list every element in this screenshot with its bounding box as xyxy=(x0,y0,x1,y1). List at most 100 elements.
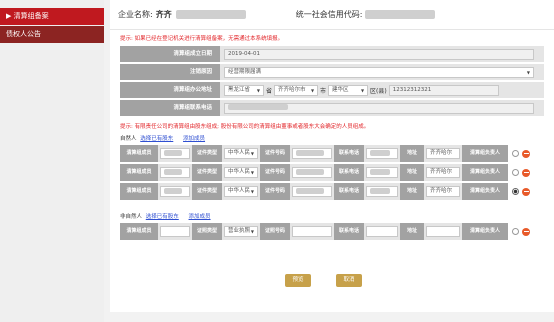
filing-tip: 提示: 如果已经在登记机关进行清算组备案，无需通过本系统填报。 xyxy=(120,36,284,42)
cert-type-select[interactable]: 营业执照 ▼ xyxy=(224,226,258,237)
member-address-field[interactable]: 齐齐哈尔 xyxy=(426,148,460,159)
reason-label: 注销原因 xyxy=(120,64,220,80)
province-suffix: 省 xyxy=(266,87,273,95)
natural-person-title: 自然人 xyxy=(120,136,137,142)
cert-no-label: 证照号码 xyxy=(260,223,290,240)
city-suffix: 市 xyxy=(320,87,327,95)
member-address-field[interactable] xyxy=(426,226,460,237)
member-label: 清算组成员 xyxy=(120,164,158,181)
add-member-link[interactable]: 添加成员 xyxy=(183,136,205,142)
redacted-cert-no xyxy=(296,168,324,175)
member-phone-field[interactable] xyxy=(366,226,398,237)
sidebar: ▶ 清算组备案 债权人公告 xyxy=(0,0,104,322)
select-shareholder-link[interactable]: 选择已有股东 xyxy=(146,214,179,220)
member-row: 清算组成员 证件类型 中华人民 ▼ 证件号码 联系电话 地址 齐齐哈尔 清算组负责… xyxy=(120,183,550,200)
district-suffix: 区(县) xyxy=(370,87,387,95)
member-phone-field[interactable] xyxy=(366,167,398,178)
province-value: 黑龙江省 xyxy=(228,86,251,93)
cert-no-label: 证件号码 xyxy=(260,145,290,162)
redacted-name xyxy=(164,168,182,175)
leader-radio[interactable] xyxy=(512,188,519,195)
phone-label: 联系电话 xyxy=(334,145,364,162)
chevron-down-icon: ▼ xyxy=(250,189,254,194)
redacted-name xyxy=(164,187,182,194)
addr-label: 地址 xyxy=(400,145,424,162)
cert-no-field[interactable] xyxy=(292,186,332,197)
remove-member-icon[interactable] xyxy=(522,149,530,158)
city-value: 齐齐哈尔市 xyxy=(278,86,306,93)
reason-value: 经营期限届满 xyxy=(228,68,262,75)
addr-label: 地址 xyxy=(400,183,424,200)
company-name-value: 齐齐 xyxy=(155,10,172,19)
cert-no-label: 证件号码 xyxy=(260,164,290,181)
cert-type-value: 营业执照 xyxy=(228,228,251,234)
chevron-down-icon: ▼ xyxy=(250,170,254,175)
province-select[interactable]: 黑龙江省 ▼ xyxy=(224,84,264,96)
phone-field[interactable] xyxy=(224,102,534,114)
cert-no-field[interactable] xyxy=(292,148,332,159)
addr-label: 地址 xyxy=(400,223,424,240)
cert-no-field[interactable] xyxy=(292,167,332,178)
sidebar-item-creditor-notice[interactable]: 债权人公告 xyxy=(0,26,104,43)
leader-label: 清算组负责人 xyxy=(462,164,508,181)
redacted-credit-code xyxy=(365,10,436,19)
phone-label: 联系电话 xyxy=(334,164,364,181)
member-name-field[interactable] xyxy=(160,148,190,159)
sidebar-item-liquidation-filing[interactable]: ▶ 清算组备案 xyxy=(0,8,104,25)
cert-type-select[interactable]: 中华人民 ▼ xyxy=(224,167,258,178)
composition-tip: 提示: 有限责任公司的清算组由股东组成; 股份有限公司的清算组由董事或者股东大会… xyxy=(120,124,370,130)
main-panel: 企业名称: 齐齐 统一社会信用代码: 提示: 如果已经在登记机关进行清算组备案，… xyxy=(110,0,554,312)
member-name-field[interactable] xyxy=(160,167,190,178)
member-label: 清算组成员 xyxy=(120,183,158,200)
redacted-name xyxy=(164,149,182,156)
remove-member-icon[interactable] xyxy=(522,168,530,177)
member-row: 清算组成员 证件类型 中华人民 ▼ 证件号码 联系电话 地址 齐齐哈尔 清算组负责… xyxy=(120,164,550,181)
phone-label: 联系电话 xyxy=(334,183,364,200)
cert-type-label: 证件类型 xyxy=(192,145,222,162)
cancel-button[interactable]: 取消 xyxy=(336,274,362,287)
cert-type-label: 证件类型 xyxy=(192,164,222,181)
cert-type-label: 证照类型 xyxy=(192,223,222,240)
member-phone-field[interactable] xyxy=(366,186,398,197)
chevron-down-icon: ▼ xyxy=(360,87,365,93)
redacted-cert-no xyxy=(296,149,324,156)
cert-no-label: 证件号码 xyxy=(260,183,290,200)
non-natural-person-title: 非自然人 xyxy=(120,214,143,220)
action-buttons: 预览 取消 xyxy=(285,274,387,287)
redacted-phone xyxy=(228,104,288,110)
preview-button[interactable]: 预览 xyxy=(285,274,311,287)
district-select[interactable]: 建华区 ▼ xyxy=(328,84,369,96)
address-detail-field[interactable]: 12312312321 xyxy=(388,84,499,96)
cert-type-select[interactable]: 中华人民 ▼ xyxy=(224,148,258,159)
cert-type-value: 中华人民 xyxy=(228,169,251,175)
reason-select[interactable]: 经营期限届满 ▼ xyxy=(224,66,534,78)
chevron-down-icon: ▼ xyxy=(250,151,254,156)
phone-label: 联系电话 xyxy=(334,223,364,240)
remove-member-icon[interactable] xyxy=(522,227,530,236)
member-label: 清算组成员 xyxy=(120,145,158,162)
leader-radio[interactable] xyxy=(512,150,519,157)
district-value: 建华区 xyxy=(332,86,349,93)
leader-label: 清算组负责人 xyxy=(462,223,508,240)
credit-code-label: 统一社会信用代码: xyxy=(295,10,363,19)
non-natural-person-header: 非自然人 选择已有股东 添加成员 xyxy=(110,212,554,221)
select-shareholder-link[interactable]: 选择已有股东 xyxy=(140,136,173,142)
member-name-field[interactable] xyxy=(160,186,190,197)
cert-type-select[interactable]: 中华人民 ▼ xyxy=(224,186,258,197)
redacted-cert-no xyxy=(296,187,324,194)
remove-member-icon[interactable] xyxy=(522,187,530,196)
chevron-down-icon: ▼ xyxy=(310,87,315,93)
member-address-field[interactable]: 齐齐哈尔 xyxy=(426,186,460,197)
add-member-link[interactable]: 添加成员 xyxy=(189,214,211,220)
date-field[interactable]: 2019-04-01 xyxy=(224,48,534,60)
member-phone-field[interactable] xyxy=(366,148,398,159)
member-name-field[interactable] xyxy=(160,226,190,237)
leader-label: 清算组负责人 xyxy=(462,183,508,200)
leader-radio[interactable] xyxy=(512,228,519,235)
leader-radio[interactable] xyxy=(512,169,519,176)
cert-type-label: 证件类型 xyxy=(192,183,222,200)
chevron-down-icon: ▼ xyxy=(250,229,254,234)
city-select[interactable]: 齐齐哈尔市 ▼ xyxy=(274,84,319,96)
member-address-field[interactable]: 齐齐哈尔 xyxy=(426,167,460,178)
cert-no-field[interactable] xyxy=(292,226,332,237)
